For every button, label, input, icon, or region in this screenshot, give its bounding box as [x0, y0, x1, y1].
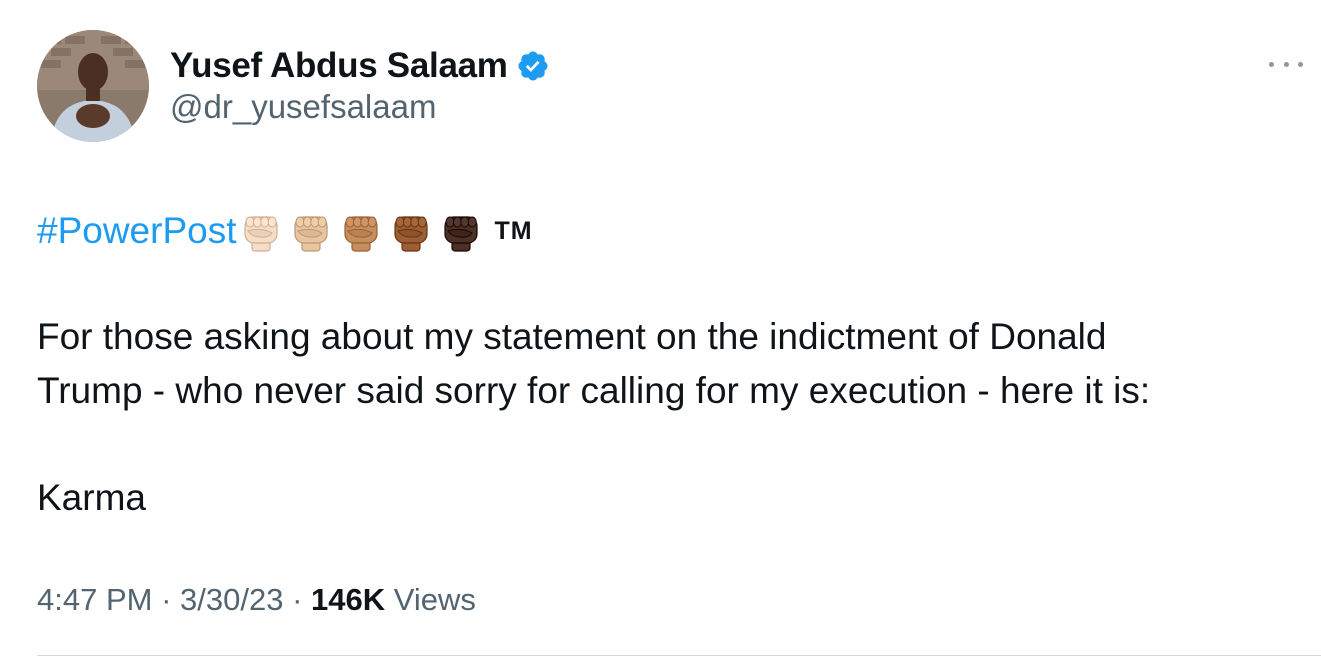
raised-fist-medium-icon — [343, 216, 378, 252]
avatar[interactable] — [37, 30, 149, 142]
author-handle[interactable]: @dr_yusefsalaam — [170, 88, 436, 126]
tweet-text-line: For those asking about my statement on t… — [37, 316, 1107, 357]
trademark-symbol: TM — [494, 216, 533, 245]
views-count: 146K — [311, 582, 386, 617]
dot — [1283, 61, 1289, 67]
tweet-meta: 4:47 PM · 3/30/23 · 146K Views — [37, 582, 476, 618]
views-label: Views — [393, 582, 476, 617]
hashtag-link[interactable]: #PowerPost — [37, 210, 237, 252]
tweet-date[interactable]: 3/30/23 — [180, 582, 283, 617]
divider — [37, 655, 1321, 656]
dot — [1298, 61, 1303, 67]
more-options-icon[interactable] — [1269, 52, 1303, 76]
raised-fist-medium-light-icon — [293, 216, 328, 252]
raised-fist-light-icon — [243, 216, 278, 252]
display-name[interactable]: Yusef Abdus Salaam — [170, 46, 508, 86]
tweet-text-line: Trump - who never said sorry for calling… — [37, 370, 1151, 411]
fist-emojis — [239, 209, 489, 253]
profile-photo — [37, 30, 149, 142]
verified-badge-icon[interactable] — [516, 49, 550, 83]
hashtag-row: #PowerPost TM — [37, 205, 533, 257]
tweet-time[interactable]: 4:47 PM — [37, 582, 152, 617]
raised-fist-dark-icon — [443, 216, 478, 252]
author-name-row[interactable]: Yusef Abdus Salaam — [170, 44, 550, 88]
separator: · — [161, 582, 172, 617]
dot — [1269, 61, 1274, 67]
tweet-text-line: Karma — [37, 477, 146, 518]
raised-fist-medium-dark-icon — [393, 216, 428, 252]
separator: · — [292, 582, 303, 617]
